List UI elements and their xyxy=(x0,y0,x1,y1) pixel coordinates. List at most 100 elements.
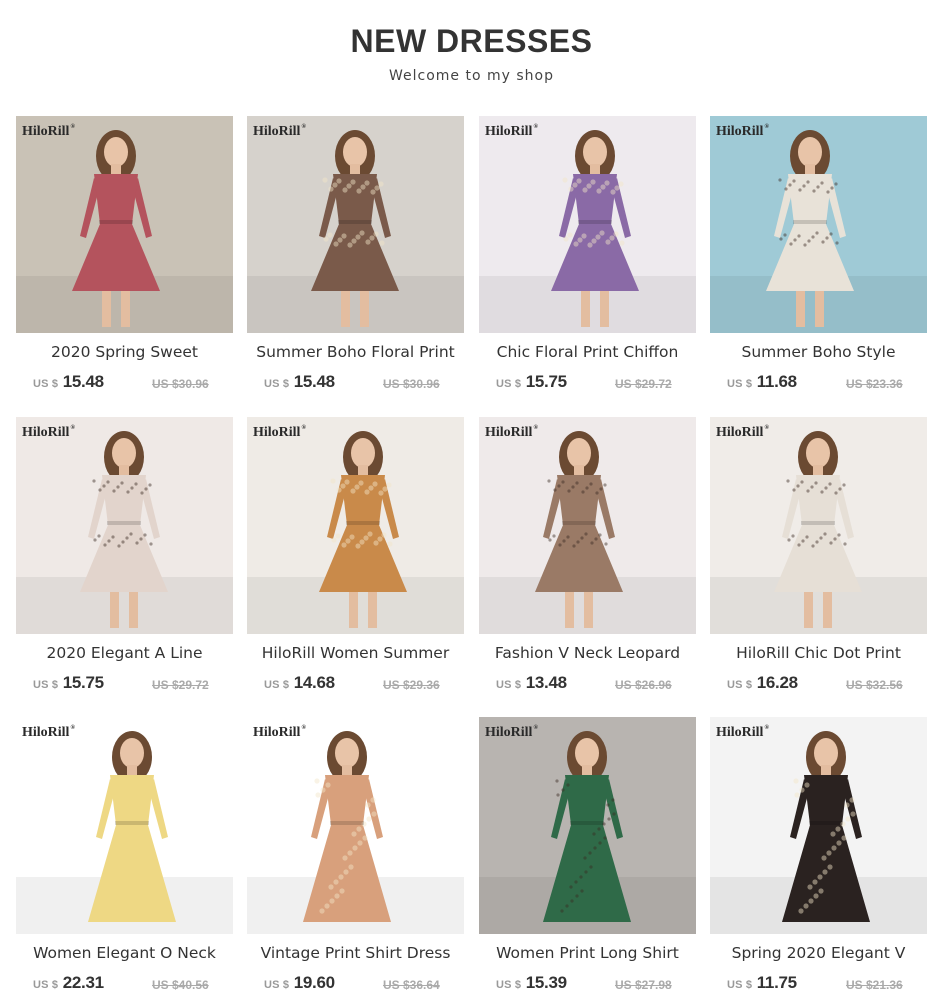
product-name[interactable]: 2020 Elegant A Line xyxy=(16,644,233,662)
sale-price: US $ 15.39 xyxy=(496,973,567,993)
product-image[interactable] xyxy=(710,417,927,634)
currency-label: US $ xyxy=(264,979,290,991)
original-price: US $36.64 xyxy=(383,978,440,992)
product-name[interactable]: Fashion V Neck Leopard xyxy=(479,644,696,662)
original-price: US $29.72 xyxy=(615,377,672,391)
price-amount: 22.31 xyxy=(62,973,104,992)
product-image[interactable] xyxy=(479,717,696,934)
currency-label: US $ xyxy=(727,679,753,691)
product-name[interactable]: Summer Boho Style xyxy=(710,343,927,361)
original-price: US $27.98 xyxy=(615,978,672,992)
product-name[interactable]: Women Elegant O Neck xyxy=(16,944,233,962)
product-name[interactable]: HiloRill Chic Dot Print xyxy=(710,644,927,662)
dress-photo xyxy=(247,116,464,333)
product-card-6[interactable]: HiloRill® HiloRill Women Summer US $ 14.… xyxy=(247,417,464,707)
dress-photo xyxy=(16,116,233,333)
dress-photo xyxy=(16,417,233,634)
dress-photo xyxy=(247,417,464,634)
product-image[interactable] xyxy=(710,717,927,934)
product-image[interactable] xyxy=(479,116,696,333)
sale-price: US $ 14.68 xyxy=(264,673,335,693)
brand-watermark: HiloRill® xyxy=(716,124,769,139)
product-image[interactable] xyxy=(247,417,464,634)
brand-watermark: HiloRill® xyxy=(22,124,75,139)
dress-photo xyxy=(710,417,927,634)
price-amount: 19.60 xyxy=(293,973,335,992)
sale-price: US $ 16.28 xyxy=(727,673,798,693)
price-row: US $ 14.68 US $29.36 xyxy=(247,673,464,697)
currency-label: US $ xyxy=(33,378,59,390)
product-name[interactable]: HiloRill Women Summer xyxy=(247,644,464,662)
product-name[interactable]: 2020 Spring Sweet xyxy=(16,343,233,361)
price-row: US $ 19.60 US $36.64 xyxy=(247,973,464,997)
original-price: US $21.36 xyxy=(846,978,903,992)
dress-photo xyxy=(479,116,696,333)
original-price: US $26.96 xyxy=(615,678,672,692)
price-amount: 15.48 xyxy=(293,372,335,391)
sale-price: US $ 15.75 xyxy=(496,372,567,392)
sale-price: US $ 15.48 xyxy=(33,372,104,392)
product-card-2[interactable]: HiloRill® Summer Boho Floral Print US $ … xyxy=(247,116,464,406)
product-card-8[interactable]: HiloRill® HiloRill Chic Dot Print US $ 1… xyxy=(710,417,927,707)
brand-watermark: HiloRill® xyxy=(485,124,538,139)
currency-label: US $ xyxy=(264,679,290,691)
product-image[interactable] xyxy=(16,717,233,934)
price-row: US $ 15.48 US $30.96 xyxy=(16,372,233,396)
product-card-5[interactable]: HiloRill® 2020 Elegant A Line US $ 15.75… xyxy=(16,417,233,707)
product-image[interactable] xyxy=(247,717,464,934)
brand-watermark: HiloRill® xyxy=(716,425,769,440)
product-image[interactable] xyxy=(247,116,464,333)
original-price: US $30.96 xyxy=(383,377,440,391)
product-card-12[interactable]: HiloRill® Spring 2020 Elegant V US $ 11.… xyxy=(710,717,927,1000)
product-image[interactable] xyxy=(16,116,233,333)
dress-photo xyxy=(479,717,696,934)
product-card-3[interactable]: HiloRill® Chic Floral Print Chiffon US $… xyxy=(479,116,696,406)
product-card-9[interactable]: HiloRill® Women Elegant O Neck US $ 22.3… xyxy=(16,717,233,1000)
original-price: US $29.36 xyxy=(383,678,440,692)
price-row: US $ 11.68 US $23.36 xyxy=(710,372,927,396)
product-name[interactable]: Summer Boho Floral Print xyxy=(247,343,464,361)
brand-watermark: HiloRill® xyxy=(253,124,306,139)
brand-watermark: HiloRill® xyxy=(22,725,75,740)
product-card-10[interactable]: HiloRill® Vintage Print Shirt Dress US $… xyxy=(247,717,464,1000)
dress-photo xyxy=(479,417,696,634)
product-name[interactable]: Women Print Long Shirt xyxy=(479,944,696,962)
price-row: US $ 15.39 US $27.98 xyxy=(479,973,696,997)
currency-label: US $ xyxy=(727,378,753,390)
sale-price: US $ 15.75 xyxy=(33,673,104,693)
currency-label: US $ xyxy=(496,979,522,991)
price-row: US $ 15.48 US $30.96 xyxy=(247,372,464,396)
sale-price: US $ 22.31 xyxy=(33,973,104,993)
sale-price: US $ 11.75 xyxy=(727,973,797,993)
product-card-1[interactable]: HiloRill® 2020 Spring Sweet US $ 15.48 U… xyxy=(16,116,233,406)
price-amount: 15.75 xyxy=(525,372,567,391)
price-row: US $ 15.75 US $29.72 xyxy=(479,372,696,396)
sale-price: US $ 13.48 xyxy=(496,673,567,693)
price-row: US $ 13.48 US $26.96 xyxy=(479,673,696,697)
page-header: NEW DRESSES Welcome to my shop xyxy=(0,0,943,116)
currency-label: US $ xyxy=(33,979,59,991)
product-card-7[interactable]: HiloRill® Fashion V Neck Leopard US $ 13… xyxy=(479,417,696,707)
product-name[interactable]: Chic Floral Print Chiffon xyxy=(479,343,696,361)
price-amount: 11.75 xyxy=(756,973,797,992)
dress-photo xyxy=(710,116,927,333)
brand-watermark: HiloRill® xyxy=(253,725,306,740)
currency-label: US $ xyxy=(496,378,522,390)
product-name[interactable]: Vintage Print Shirt Dress xyxy=(247,944,464,962)
currency-label: US $ xyxy=(496,679,522,691)
price-amount: 13.48 xyxy=(525,673,567,692)
product-card-11[interactable]: HiloRill® Women Print Long Shirt US $ 15… xyxy=(479,717,696,1000)
product-image[interactable] xyxy=(16,417,233,634)
sale-price: US $ 11.68 xyxy=(727,372,797,392)
product-card-4[interactable]: HiloRill® Summer Boho Style US $ 11.68 U… xyxy=(710,116,927,406)
price-amount: 15.48 xyxy=(62,372,104,391)
page-title: NEW DRESSES xyxy=(350,23,593,59)
sale-price: US $ 19.60 xyxy=(264,973,335,993)
product-name[interactable]: Spring 2020 Elegant V xyxy=(710,944,927,962)
currency-label: US $ xyxy=(33,679,59,691)
product-image[interactable] xyxy=(479,417,696,634)
sale-price: US $ 15.48 xyxy=(264,372,335,392)
product-image[interactable] xyxy=(710,116,927,333)
brand-watermark: HiloRill® xyxy=(485,425,538,440)
brand-watermark: HiloRill® xyxy=(716,725,769,740)
